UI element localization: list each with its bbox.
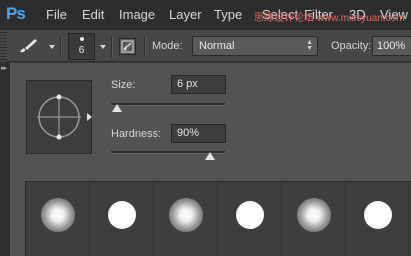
brush-panel-toggle-button[interactable] xyxy=(119,38,136,55)
hardness-slider-thumb[interactable] xyxy=(204,152,215,160)
soft-round-brush-icon xyxy=(297,198,331,232)
brush-tool-icon[interactable] xyxy=(16,36,40,56)
opacity-label: Opacity: xyxy=(331,40,372,52)
mode-value: Normal xyxy=(199,40,235,52)
hard-round-brush-icon xyxy=(364,201,392,229)
brush-picker-button[interactable]: 6 xyxy=(68,33,95,60)
expand-double-chevron-icon[interactable]: ▸▸ xyxy=(1,64,7,72)
menu-edit[interactable]: Edit xyxy=(82,7,104,22)
size-slider-track[interactable] xyxy=(111,103,225,105)
separator xyxy=(144,36,145,58)
size-value: 6 px xyxy=(177,78,198,90)
brush-tip-icon xyxy=(80,37,84,41)
size-slider-thumb[interactable] xyxy=(112,104,123,112)
size-label: Size: xyxy=(111,79,136,91)
options-bar: 6 Mode: Normal ▲ ▼ Opacity: 100% xyxy=(0,29,411,63)
select-spinner-icon: ▲ ▼ xyxy=(306,39,313,52)
brush-preset-2[interactable] xyxy=(90,182,154,256)
menu-image[interactable]: Image xyxy=(119,7,155,22)
tools-panel-collapsed-strip[interactable]: ▸▸ xyxy=(0,62,9,256)
brush-preset-6[interactable] xyxy=(346,182,410,256)
picker-menu-arrow-icon[interactable] xyxy=(87,113,92,121)
soft-round-brush-icon xyxy=(169,198,203,232)
brush-size-readout: 6 xyxy=(78,45,85,56)
watermark-text: 思缘设计论坛 www.missyuan.com xyxy=(254,13,405,24)
tool-preset-chevron-down-icon[interactable] xyxy=(49,45,55,49)
separator xyxy=(111,36,112,58)
hardness-field[interactable]: 90% xyxy=(171,124,226,143)
menu-file[interactable]: File xyxy=(46,7,67,22)
hard-round-brush-icon xyxy=(108,201,136,229)
mode-select[interactable]: Normal ▲ ▼ xyxy=(192,36,318,56)
brush-panel-icon xyxy=(121,40,134,53)
brush-preset-5[interactable] xyxy=(282,182,346,256)
brush-preset-4[interactable] xyxy=(218,182,282,256)
brush-preset-grid xyxy=(25,181,411,256)
opacity-value: 100% xyxy=(377,40,406,52)
menu-type[interactable]: Type xyxy=(214,7,242,22)
menu-layer[interactable]: Layer xyxy=(169,7,202,22)
opacity-field[interactable]: 100% xyxy=(372,36,411,56)
menu-bar: Ps File Edit Image Layer Type Select Fil… xyxy=(0,0,411,29)
brush-picker-chevron-down-icon[interactable] xyxy=(100,45,106,49)
size-field[interactable]: 6 px xyxy=(171,75,226,94)
photoshop-logo: Ps xyxy=(6,4,26,23)
brush-angle-preview[interactable] xyxy=(26,80,92,154)
brush-preset-3[interactable] xyxy=(154,182,218,256)
hardness-value: 90% xyxy=(177,127,200,139)
brush-preset-1[interactable] xyxy=(26,182,90,256)
mode-label: Mode: xyxy=(152,40,183,52)
hardness-label: Hardness: xyxy=(111,128,162,140)
soft-round-brush-icon xyxy=(41,198,75,232)
separator xyxy=(60,36,61,58)
options-bar-grip[interactable] xyxy=(0,30,7,63)
hard-round-brush-icon xyxy=(236,201,264,229)
